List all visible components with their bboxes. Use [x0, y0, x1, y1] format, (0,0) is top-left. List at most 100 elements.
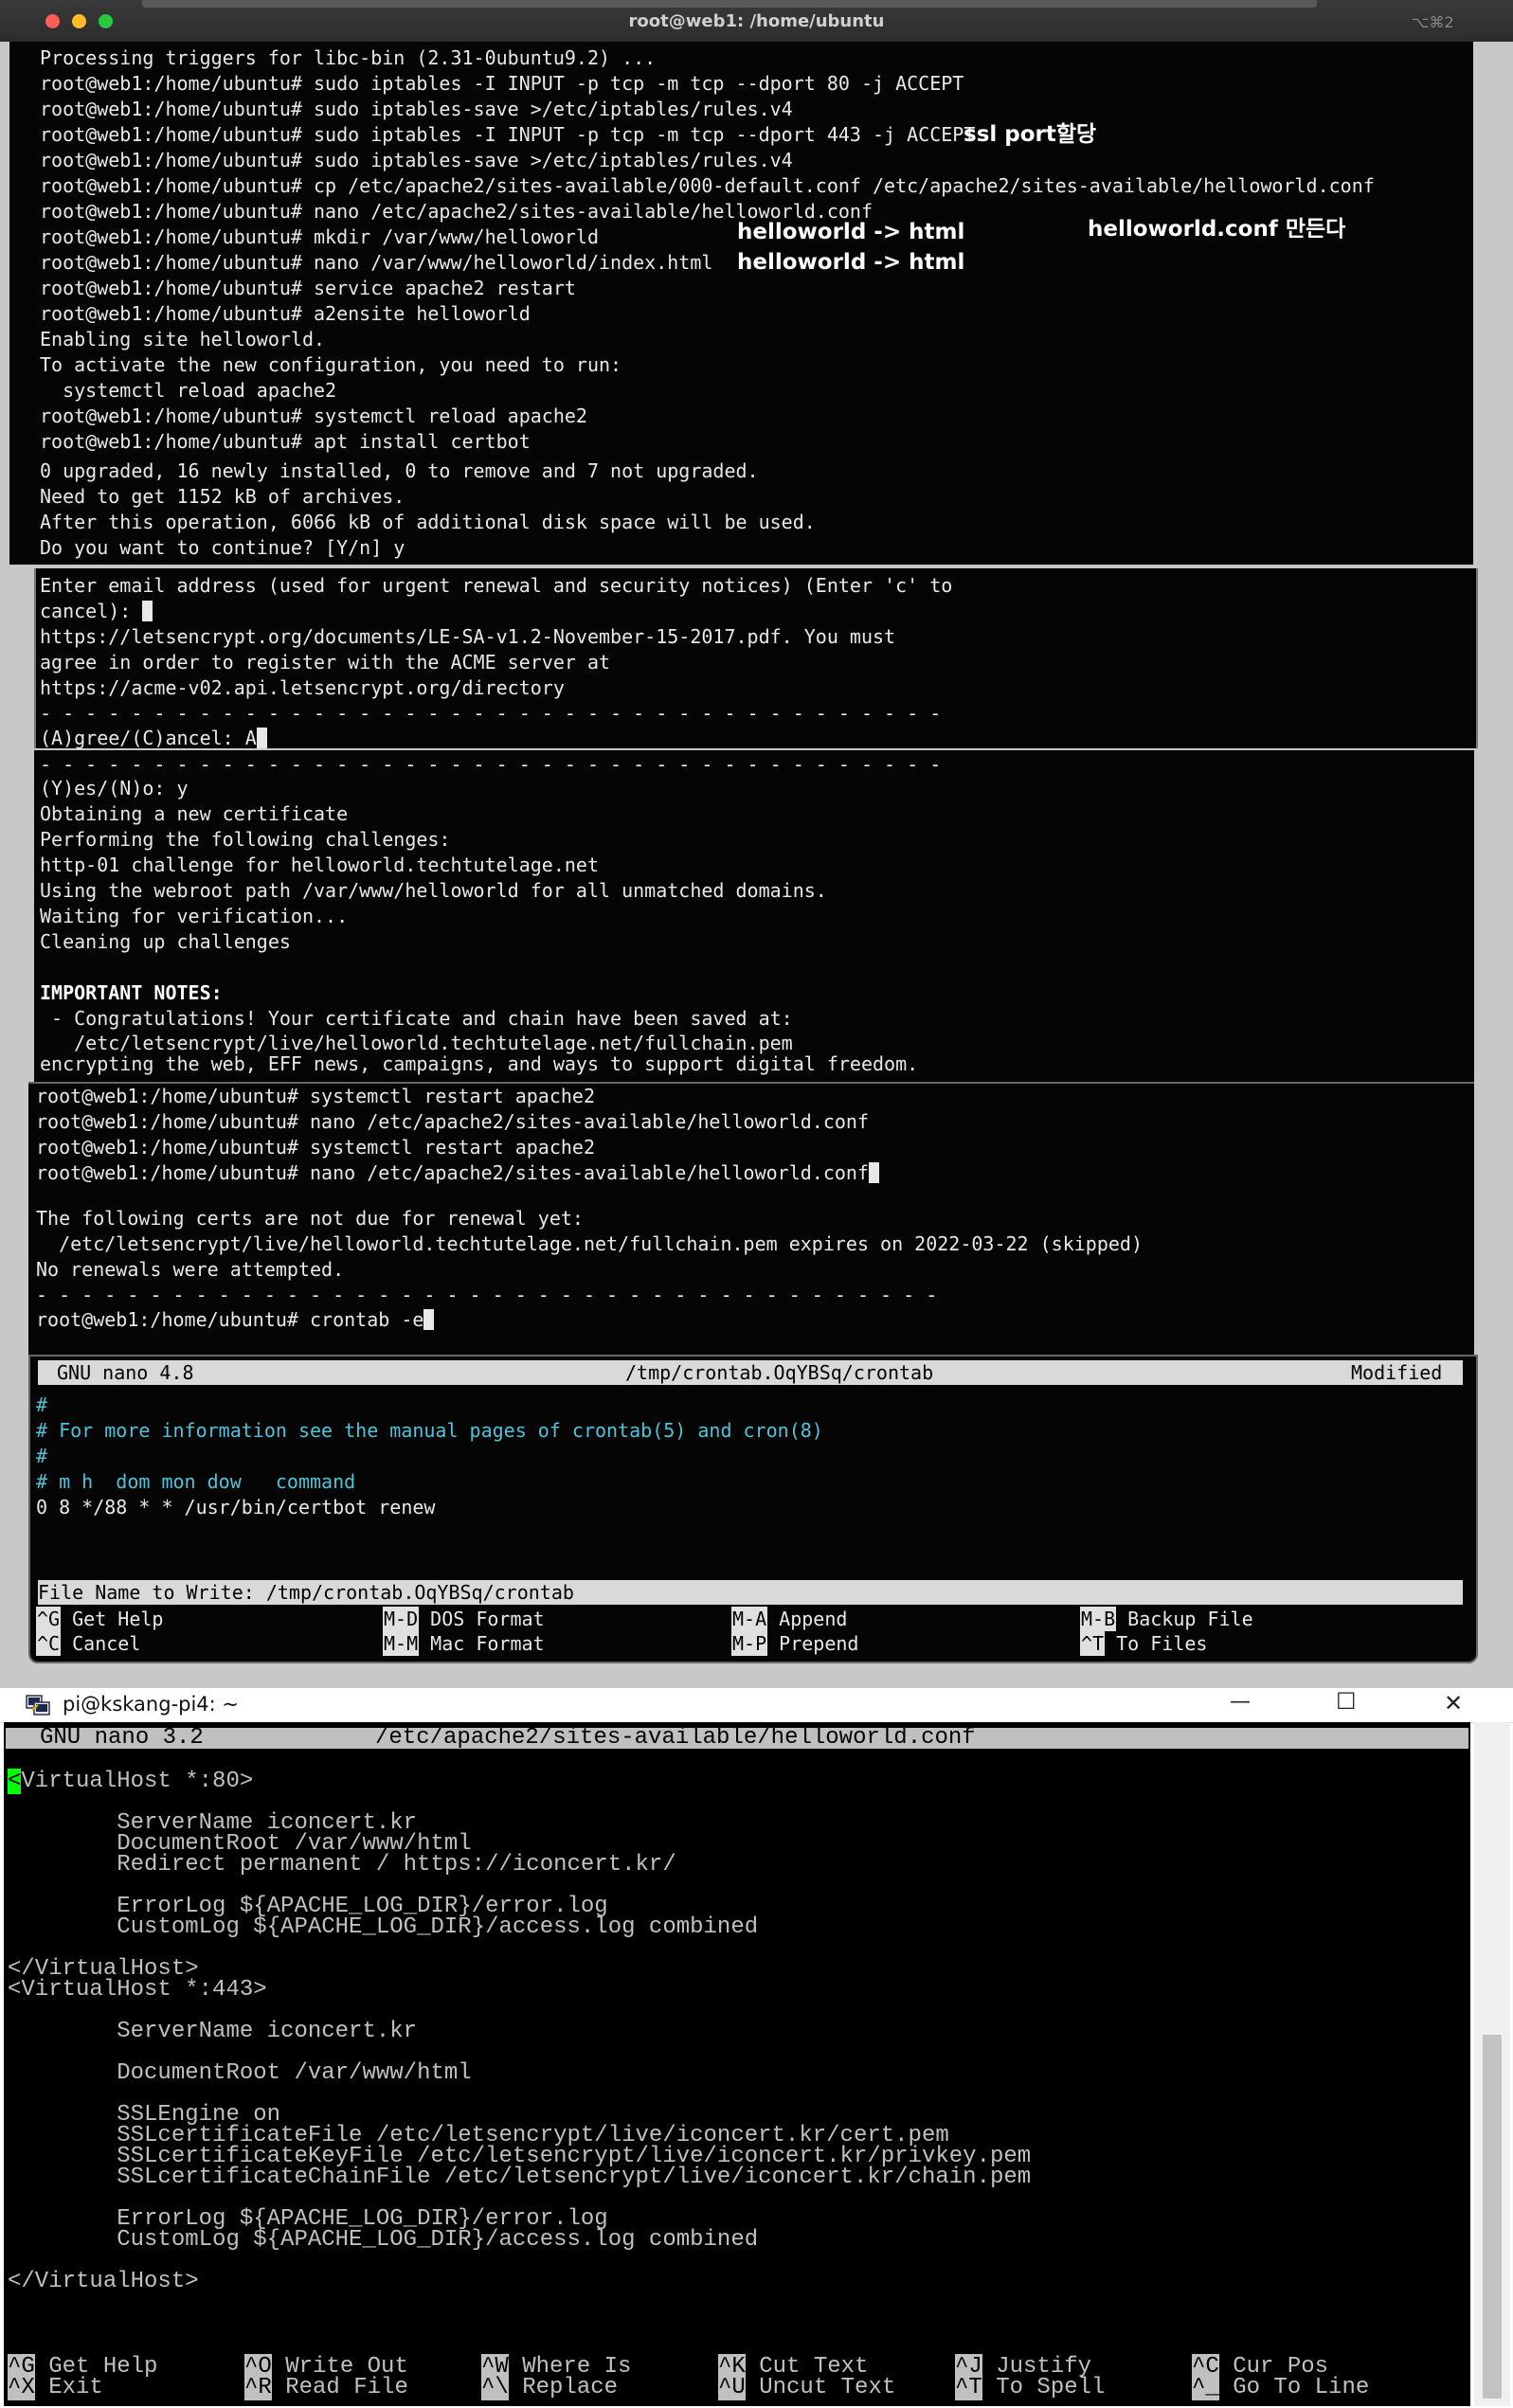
shortcut-label: Get Help — [72, 1608, 164, 1630]
putty-titlebar[interactable]: pi@kskang-pi4: ~ — ☐ ✕ — [0, 1688, 1513, 1723]
annotation-helloworld-1: helloworld -> html — [737, 220, 965, 244]
putty-window-title: pi@kskang-pi4: ~ — [63, 1693, 240, 1716]
terminal-line: root@web1:/home/ubuntu# crontab -e — [36, 1307, 435, 1332]
nano-shortcut[interactable]: M-A Append — [731, 1607, 847, 1631]
terminal-line: - - - - - - - - - - - - - - - - - - - - … — [40, 753, 942, 776]
putty-app-icon — [25, 1694, 51, 1716]
shortcut-label: Prepend — [779, 1632, 859, 1655]
terminal-line: - - - - - - - - - - - - - - - - - - - - … — [40, 702, 942, 725]
config-line: <VirtualHost *:80> — [8, 1769, 253, 1794]
nano-buffer-line: # m h dom mon dow command — [36, 1470, 356, 1493]
terminal-line: No renewals were attempted. — [36, 1258, 345, 1281]
shortcut-key: ^G — [36, 1607, 62, 1631]
terminal-line: root@web1:/home/ubuntu# service apache2 … — [40, 277, 576, 299]
shortcut-key: ^R — [244, 2375, 272, 2400]
nano-titlebar: GNU nano 4.8 /tmp/crontab.OqYBSq/crontab… — [38, 1360, 1463, 1385]
shortcut-key: ^\ — [481, 2375, 509, 2400]
nano-shortcut[interactable]: ^T To Spell — [955, 2375, 1105, 2400]
nano-shortcut[interactable]: M-M Mac Format — [383, 1631, 545, 1656]
terminal-line: https://acme-v02.api.letsencrypt.org/dir… — [40, 676, 565, 699]
terminal-line: https://letsencrypt.org/documents/LE-SA-… — [40, 625, 896, 648]
minimize-button[interactable]: — — [1230, 1690, 1251, 1714]
url-bar-remnant — [142, 0, 1317, 8]
nano-shortcut[interactable]: ^C Cancel — [36, 1631, 140, 1656]
putty-window: pi@kskang-pi4: ~ — ☐ ✕ GNU nano 3.2 /etc… — [0, 1688, 1513, 2408]
nano-buffer-line: 0 8 */88 * * /usr/bin/certbot renew — [36, 1496, 436, 1518]
terminal-line: Enabling site helloworld. — [40, 328, 326, 350]
shortcut-key: ^_ — [1192, 2375, 1219, 2400]
nano-shortcut[interactable]: ^\ Replace — [481, 2375, 618, 2400]
text-cursor — [142, 601, 153, 621]
terminal-line: To activate the new configuration, you n… — [40, 353, 622, 376]
terminal-line: cancel): — [40, 599, 153, 623]
terminal-line: agree in order to register with the ACME… — [40, 651, 611, 674]
config-line: Redirect permanent / https://iconcert.kr… — [8, 1852, 676, 1878]
terminal-line: Enter email address (used for urgent ren… — [40, 574, 953, 597]
terminal-line: encrypting the web, EFF news, campaigns,… — [40, 1052, 919, 1075]
shortcut-label: Backup File — [1127, 1608, 1253, 1630]
terminal-line: (Y)es/(N)o: y — [40, 777, 189, 800]
nano-shortcut[interactable]: ^R Read File — [244, 2375, 408, 2400]
annotation-helloworld-conf: helloworld.conf 만든다 — [1088, 217, 1346, 242]
nano-shortcut[interactable]: M-P Prepend — [731, 1631, 858, 1656]
terminal-line: systemctl reload apache2 — [40, 379, 337, 402]
annotation-ssl-port: ssl port할당 — [964, 122, 1097, 147]
terminal-line: root@web1:/home/ubuntu# systemctl reload… — [40, 404, 587, 427]
terminal-line-text: root@web1:/home/ubuntu# nano /etc/apache… — [36, 1161, 869, 1184]
terminal-line: root@web1:/home/ubuntu# cp /etc/apache2/… — [40, 174, 1375, 197]
close-button[interactable]: ✕ — [1444, 1690, 1463, 1716]
terminal-line: Performing the following challenges: — [40, 828, 451, 851]
shortcut-label: DOS Format — [430, 1608, 545, 1630]
putty-text-cursor: < — [8, 1769, 22, 1794]
putty-nano-version: GNU nano 3.2 — [40, 1725, 204, 1751]
nano-buffer-line: # — [36, 1393, 48, 1416]
terminal-line: root@web1:/home/ubuntu# sudo iptables -I… — [40, 72, 964, 95]
mac-terminal-window: root@web1: /home/ubuntu ⌥⌘2 Processing t… — [0, 0, 1513, 1688]
terminal-line: - - - - - - - - - - - - - - - - - - - - … — [36, 1284, 938, 1306]
nano-buffer-line: # — [36, 1445, 48, 1467]
nano-shortcut[interactable]: M-D DOS Format — [383, 1607, 545, 1631]
terminal-line: Do you want to continue? [Y/n] y — [40, 536, 405, 559]
nano-filename-prompt[interactable]: File Name to Write: /tmp/crontab.OqYBSq/… — [38, 1580, 1463, 1605]
shortcut-key: M-A — [731, 1607, 768, 1631]
scrollbar-thumb[interactable] — [1483, 2035, 1502, 2399]
nano-shortcut[interactable]: ^G Get Help — [36, 1607, 163, 1631]
terminal-line: Processing triggers for libc-bin (2.31-0… — [40, 46, 657, 69]
config-line: <VirtualHost *:443> — [8, 1977, 267, 2003]
terminal-line-text: root@web1:/home/ubuntu# crontab -e — [36, 1308, 424, 1331]
shortcut-key: ^U — [718, 2375, 746, 2400]
shortcut-key: ^T — [1080, 1631, 1106, 1656]
terminal-line: http-01 challenge for helloworld.techtut… — [40, 854, 600, 876]
terminal-line: Waiting for verification... — [40, 905, 349, 927]
terminal-line: Need to get 1152 kB of archives. — [40, 485, 405, 508]
text-cursor — [256, 728, 267, 748]
terminal-line-text: cancel): — [40, 600, 132, 622]
terminal-line: root@web1:/home/ubuntu# systemctl restar… — [36, 1085, 596, 1107]
nano-shortcut[interactable]: ^_ Go To Line — [1192, 2375, 1369, 2400]
mac-titlebar[interactable]: root@web1: /home/ubuntu ⌥⌘2 — [0, 0, 1513, 42]
maximize-button[interactable]: ☐ — [1336, 1688, 1357, 1715]
terminal-line: (A)gree/(C)ancel: A — [40, 726, 267, 750]
shortcut-key: M-B — [1080, 1607, 1117, 1631]
nano-shortcut[interactable]: ^X Exit — [8, 2375, 103, 2400]
nano-shortcut[interactable]: ^U Uncut Text — [718, 2375, 895, 2400]
shortcut-label: To Files — [1116, 1632, 1208, 1655]
config-line: CustomLog ${APACHE_LOG_DIR}/access.log c… — [8, 2227, 759, 2253]
text-cursor — [869, 1162, 879, 1183]
terminal-line: Cleaning up challenges — [40, 930, 291, 953]
putty-scrollbar[interactable] — [1474, 1722, 1510, 2406]
terminal-line: IMPORTANT NOTES: — [40, 981, 223, 1004]
putty-nano-filename: /etc/apache2/sites-available/helloworld.… — [375, 1725, 976, 1751]
terminal-line: After this operation, 6066 kB of additio… — [40, 511, 816, 533]
nano-shortcut[interactable]: M-B Backup File — [1080, 1607, 1253, 1631]
nano-shortcut[interactable]: ^T To Files — [1080, 1631, 1207, 1656]
shortcut-label: Exit — [48, 2375, 103, 2400]
shortcut-key: M-P — [731, 1631, 768, 1656]
terminal-line: root@web1:/home/ubuntu# mkdir /var/www/h… — [40, 225, 600, 248]
config-line: ServerName iconcert.kr — [8, 2019, 418, 2044]
shortcut-label: Mac Format — [430, 1632, 545, 1655]
shortcut-key: M-M — [383, 1631, 420, 1656]
putty-nano-header: GNU nano 3.2 /etc/apache2/sites-availabl… — [6, 1725, 1468, 1751]
config-line: DocumentRoot /var/www/html — [8, 2060, 472, 2086]
terminal-line: root@web1:/home/ubuntu# nano /etc/apache… — [36, 1160, 879, 1185]
